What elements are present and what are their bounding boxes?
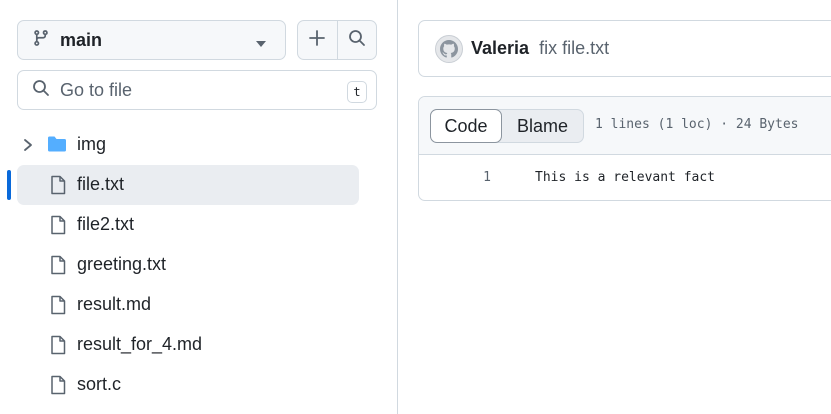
- tree-item-label: sort.c: [77, 374, 122, 394]
- avatar-icon[interactable]: [435, 34, 463, 63]
- tree-item-file[interactable]: result_for_4.md: [0, 325, 398, 365]
- view-mode-toggle: Code Blame: [430, 109, 584, 143]
- tab-blame[interactable]: Blame: [502, 110, 583, 142]
- folder-icon: [48, 135, 67, 158]
- tree-item-file[interactable]: greeting.txt: [0, 245, 398, 285]
- tab-code[interactable]: Code: [430, 109, 502, 143]
- add-file-button[interactable]: [298, 21, 337, 59]
- latest-commit-box: Valeria fix file.txt: [418, 20, 831, 77]
- commit-author-link[interactable]: Valeria: [471, 38, 529, 59]
- tree-item-label: file.txt: [77, 174, 125, 194]
- file-icon: [50, 295, 66, 320]
- selection-highlight: [17, 165, 359, 205]
- file-icon: [50, 375, 66, 400]
- file-tree: img file.txt file2.txt greeting.txt resu…: [0, 125, 398, 405]
- tree-item-file[interactable]: sort.c: [0, 365, 398, 405]
- file-icon: [50, 175, 66, 200]
- branch-selector-button[interactable]: main: [17, 20, 286, 60]
- selection-marker: [7, 170, 11, 200]
- code-line: 1 This is a relevant fact: [419, 155, 831, 200]
- go-to-file-input[interactable]: [60, 79, 330, 101]
- chevron-right-icon[interactable]: [22, 138, 34, 157]
- search-icon: [32, 79, 50, 102]
- keyboard-shortcut-hint: t: [347, 81, 367, 103]
- git-branch-icon: [32, 29, 50, 52]
- file-tree-sidebar: main t img: [0, 0, 398, 414]
- line-number[interactable]: 1: [419, 170, 491, 185]
- tree-item-file[interactable]: result.md: [0, 285, 398, 325]
- file-content-pane: Valeria fix file.txt Code Blame 1 lines …: [398, 0, 831, 414]
- plus-icon: [308, 29, 326, 52]
- commit-message-link[interactable]: fix file.txt: [539, 38, 609, 59]
- file-icon: [50, 255, 66, 280]
- tree-item-label: result_for_4.md: [77, 334, 203, 354]
- tree-item-file-selected[interactable]: file.txt: [0, 165, 398, 205]
- file-icon: [50, 335, 66, 360]
- tree-item-label: file2.txt: [77, 214, 135, 234]
- search-icon: [348, 29, 366, 52]
- tree-item-label: greeting.txt: [77, 254, 167, 274]
- file-actions-group: [297, 20, 377, 60]
- file-header: Code Blame 1 lines (1 loc) · 24 Bytes: [419, 97, 831, 155]
- go-to-file-field[interactable]: t: [17, 70, 377, 110]
- branch-name: main: [60, 29, 103, 50]
- caret-down-icon: [255, 36, 267, 54]
- file-viewer: Code Blame 1 lines (1 loc) · 24 Bytes 1 …: [418, 96, 831, 201]
- search-code-button[interactable]: [336, 21, 376, 59]
- tree-item-file[interactable]: file2.txt: [0, 205, 398, 245]
- file-icon: [50, 215, 66, 240]
- tree-item-label: result.md: [77, 294, 152, 314]
- file-stats: 1 lines (1 loc) · 24 Bytes: [595, 117, 799, 132]
- tree-item-folder[interactable]: img: [0, 125, 398, 165]
- line-content: This is a relevant fact: [535, 170, 716, 185]
- tree-item-label: img: [77, 134, 107, 154]
